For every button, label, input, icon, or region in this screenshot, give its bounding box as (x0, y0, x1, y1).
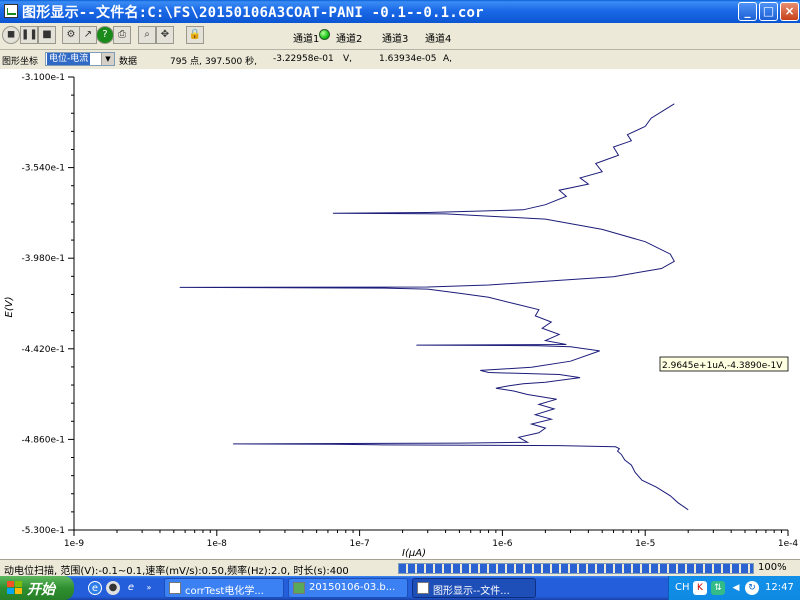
graph-window-icon (417, 582, 429, 594)
print-icon[interactable]: ⎙ (113, 26, 131, 44)
data-label: 数据 (119, 57, 138, 67)
axes (73, 77, 788, 531)
stop-icon[interactable]: ■ (38, 26, 56, 44)
start-label: 开始 (27, 582, 55, 598)
task-graph-window[interactable]: 图形显示--文件... (412, 578, 536, 598)
tooltip-text: 2.9645e+1uA,-4.3890e-1V (662, 361, 783, 371)
cursor-icon[interactable]: ↗ (79, 26, 97, 44)
data-series (179, 103, 689, 511)
start-button[interactable]: 开始 (0, 576, 74, 600)
x-tick-label: 1e-5 (635, 539, 655, 549)
y-tick-label: -4.420e-1 (21, 345, 65, 355)
channel-3[interactable]: 通道3 (382, 30, 408, 45)
clock: 12:47 (765, 582, 794, 593)
y-tick-label: -3.980e-1 (21, 254, 65, 264)
series-line (179, 103, 689, 511)
corrtest-icon (169, 582, 181, 594)
x-tick-label: 1e-9 (64, 539, 85, 549)
update-icon[interactable]: ↻ (745, 581, 759, 595)
current-unit: A, (443, 54, 453, 64)
channel-2[interactable]: 通道2 (336, 30, 362, 45)
close-button[interactable]: × (780, 2, 799, 21)
minimize-button[interactable]: _ (738, 2, 757, 21)
info-bar: 图形坐标 电位-电流 ▼ 数据 795 点, 397.500 秒, -3.229… (0, 50, 800, 69)
y-tick-label: -3.540e-1 (21, 164, 65, 174)
coord-label: 图形坐标 (2, 57, 39, 67)
task-label: corrTest电化学... (185, 586, 264, 597)
tray-app-icon[interactable]: K (693, 581, 707, 595)
lock-icon[interactable]: 🔒 (186, 26, 204, 44)
windows-logo-icon (7, 581, 22, 595)
time-readout: 397.500 秒, (205, 57, 257, 67)
points-readout: 795 点, (170, 57, 202, 67)
channel-1-status-icon (319, 29, 330, 40)
pan-icon[interactable]: ✥ (156, 26, 174, 44)
x-tick-label: 1e-4 (778, 539, 799, 549)
expand-icon[interactable]: » (142, 581, 156, 595)
title-bar: 图形显示--文件名:C:\FS\20150106A3COAT-PANI -0.1… (0, 0, 800, 23)
language-indicator[interactable]: CH (675, 582, 690, 593)
help-icon[interactable]: ? (96, 26, 114, 44)
taskbar: 开始 e ● e » corrTest电化学... 20150106-03.b.… (0, 576, 800, 600)
ticks: 1e-9 1e-8 1e-7 1e-6 1e-5 1e-4 -3.100e-1 -3.540e… (21, 73, 798, 549)
channel-1[interactable]: 通道1 (293, 30, 319, 45)
media-icon[interactable]: ● (106, 581, 120, 595)
x-tick-label: 1e-8 (207, 539, 228, 549)
potential-readout: -3.22958e-01 (273, 54, 334, 64)
x-tick-label: 1e-7 (349, 539, 369, 549)
toolbar: ◼ ❚❚ ■ ⚙ ↗ ? ⎙ ⌕ ✥ 🔒 通道1 通道2 通道3 通道4 (0, 23, 800, 50)
task-data-file[interactable]: 20150106-03.b... (288, 578, 408, 598)
scan-info: 动电位扫描, 范围(V):-0.1~0.1,速率(mV/s):0.50,频率(H… (4, 566, 349, 577)
progress-label: 100% (758, 562, 787, 573)
pause-icon[interactable]: ❚❚ (20, 26, 38, 44)
maximize-button[interactable]: □ (759, 2, 778, 21)
y-axis-label: E(V) (4, 297, 15, 318)
progress-bar (398, 563, 754, 574)
task-label: 20150106-03.b... (309, 582, 396, 593)
plot-area[interactable]: 1e-9 1e-8 1e-7 1e-6 1e-5 1e-4 -3.100e-1 -3.540e… (0, 69, 800, 559)
chart-tool-icon[interactable]: ⚙ (62, 26, 80, 44)
system-tray: CH K ⇅ ◀ ↻ 12:47 (668, 576, 800, 600)
network-icon[interactable]: ⇅ (711, 581, 725, 595)
y-tick-label: -3.100e-1 (21, 73, 65, 83)
ie-icon[interactable]: e (124, 581, 138, 595)
zoom-icon[interactable]: ⌕ (138, 26, 156, 44)
x-axis-label: I(μA) (402, 548, 426, 559)
coord-select-value: 电位-电流 (47, 53, 91, 65)
potential-unit: V, (343, 54, 353, 64)
polarization-chart[interactable]: 1e-9 1e-8 1e-7 1e-6 1e-5 1e-4 -3.100e-1 -3.540e… (0, 69, 800, 559)
task-corrtest[interactable]: corrTest电化学... (164, 578, 284, 598)
stop-round-icon[interactable]: ◼ (2, 26, 20, 44)
channel-4[interactable]: 通道4 (425, 30, 451, 45)
tooltip: 2.9645e+1uA,-4.3890e-1V (659, 356, 789, 372)
current-readout: 1.63934e-05 (379, 54, 437, 64)
browser-icon[interactable]: e (88, 581, 102, 595)
chevron-down-icon[interactable]: ▼ (101, 53, 114, 65)
coord-select[interactable]: 电位-电流 ▼ (45, 52, 115, 66)
status-bar: 动电位扫描, 范围(V):-0.1~0.1,速率(mV/s):0.50,频率(H… (0, 559, 800, 577)
y-tick-label: -5.300e-1 (21, 526, 65, 536)
y-tick-label: -4.860e-1 (21, 435, 65, 445)
task-label: 图形显示--文件... (433, 586, 510, 597)
window-title: 图形显示--文件名:C:\FS\20150106A3COAT-PANI -0.1… (22, 5, 484, 21)
volume-icon[interactable]: ◀ (729, 581, 743, 595)
data-file-icon (293, 582, 305, 594)
x-tick-label: 1e-6 (492, 539, 513, 549)
app-icon (4, 4, 18, 18)
